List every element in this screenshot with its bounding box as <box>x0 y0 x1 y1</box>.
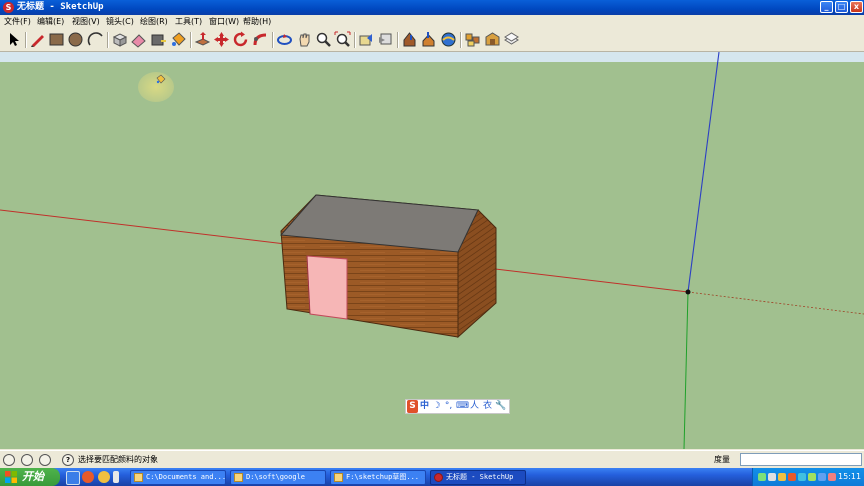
main-toolbar <box>0 29 864 52</box>
select-arrow-icon[interactable] <box>5 31 22 48</box>
toolbar-separator <box>460 32 462 48</box>
browser-icon[interactable] <box>82 471 94 483</box>
green-axis <box>683 291 689 449</box>
menu-edit[interactable]: 编辑(E) <box>37 16 64 28</box>
geo-status-icon[interactable] <box>3 454 15 466</box>
ime-logo-icon[interactable]: S <box>407 400 418 413</box>
windows-taskbar: 开始 C:\Documents and... D:\soft\google F:… <box>0 468 864 486</box>
paint-bucket-cursor-icon <box>156 74 166 84</box>
taskbar-clock[interactable]: 15:11 <box>838 468 861 486</box>
tray-volume-icon[interactable] <box>768 473 776 481</box>
toolbar-separator <box>190 32 192 48</box>
folder-icon <box>234 473 243 482</box>
taskbar-item-sketchup-app[interactable]: 无标题 - SketchUp <box>430 470 526 485</box>
menu-camera[interactable]: 镜头(C) <box>106 16 134 28</box>
media-icon[interactable] <box>98 471 110 483</box>
pencil-line-icon[interactable] <box>29 31 46 48</box>
push-pull-icon[interactable] <box>194 31 211 48</box>
measurements-label: 度量 <box>714 455 730 464</box>
minimize-button[interactable]: _ <box>820 1 833 13</box>
folder-icon <box>334 473 343 482</box>
geo-location-icon[interactable] <box>440 31 457 48</box>
orbit-icon[interactable] <box>276 31 293 48</box>
show-desktop-icon[interactable] <box>66 471 80 485</box>
menu-file[interactable]: 文件(F) <box>4 16 31 28</box>
status-hint: 选择要匹配颜料的对象 <box>78 455 158 464</box>
close-button[interactable]: x <box>850 1 863 13</box>
zoom-icon[interactable] <box>315 31 332 48</box>
move-icon[interactable] <box>213 31 230 48</box>
paint-bucket-icon[interactable] <box>170 31 187 48</box>
circle-icon[interactable] <box>67 31 84 48</box>
tray-network-icon[interactable] <box>758 473 766 481</box>
eraser-icon[interactable] <box>130 31 147 48</box>
tape-measure-icon[interactable] <box>150 31 167 48</box>
taskbar-item-documents[interactable]: C:\Documents and... <box>130 470 226 485</box>
folder-icon <box>134 473 143 482</box>
ime-punctuation-icon[interactable]: °, <box>443 400 454 413</box>
sketchup-icon <box>434 473 443 482</box>
toolbar-separator <box>272 32 274 48</box>
taskbar-item-google-folder[interactable]: D:\soft\google <box>230 470 326 485</box>
status-bar: ? 选择要匹配颜料的对象 度量 <box>0 450 864 469</box>
tray-bluetooth-icon[interactable] <box>818 473 826 481</box>
sketchup-app-icon[interactable]: S <box>3 2 14 13</box>
layers-icon[interactable] <box>503 31 520 48</box>
next-view-icon[interactable] <box>377 31 394 48</box>
ime-toolbar[interactable]: S 中 ☽ °, ⌨ 人 衣 🔧 <box>405 399 510 414</box>
rotate-icon[interactable] <box>232 31 249 48</box>
tray-update-icon[interactable] <box>808 473 816 481</box>
toolbar-separator <box>354 32 356 48</box>
menu-window[interactable]: 窗口(W) <box>209 16 239 28</box>
make-component-icon[interactable] <box>111 31 128 48</box>
get-models-icon[interactable] <box>401 31 418 48</box>
quicklaunch-more-icon[interactable] <box>113 471 119 483</box>
previous-view-icon[interactable] <box>358 31 375 48</box>
arc-icon[interactable] <box>87 31 104 48</box>
menu-bar: 文件(F) 编辑(E) 视图(V) 镜头(C) 绘图(R) 工具(T) 窗口(W… <box>0 15 864 29</box>
ime-settings-wrench-icon[interactable]: 🔧 <box>495 400 506 413</box>
title-bar: S 无标题 - SketchUp _ □ x <box>0 0 864 15</box>
tray-alert-icon[interactable] <box>828 473 836 481</box>
window-title: 无标题 - SketchUp <box>17 2 104 12</box>
help-icon[interactable]: ? <box>62 454 74 466</box>
blue-axis <box>687 52 720 293</box>
follow-me-icon[interactable] <box>252 31 269 48</box>
warehouse-icon[interactable] <box>484 31 501 48</box>
ime-skin-icon[interactable]: 衣 <box>482 400 493 413</box>
rectangle-icon[interactable] <box>48 31 65 48</box>
modeling-viewport[interactable]: S 中 ☽ °, ⌨ 人 衣 🔧 <box>0 52 864 449</box>
ime-user-icon[interactable]: 人 <box>469 400 480 413</box>
windows-flag-icon <box>5 471 17 483</box>
axis-origin <box>685 289 691 295</box>
ime-chinese-mode[interactable]: 中 <box>419 400 430 413</box>
menu-draw[interactable]: 绘图(R) <box>140 16 168 28</box>
tray-security-icon[interactable] <box>778 473 786 481</box>
zoom-extents-icon[interactable] <box>334 31 351 48</box>
scene-svg <box>0 52 864 449</box>
start-button[interactable]: 开始 <box>0 468 60 486</box>
user-icon[interactable] <box>39 454 51 466</box>
share-model-icon[interactable] <box>420 31 437 48</box>
house-door[interactable] <box>306 255 348 320</box>
ime-keyboard-icon[interactable]: ⌨ <box>456 400 469 413</box>
maximize-button[interactable]: □ <box>835 1 848 13</box>
component-browser-icon[interactable] <box>464 31 481 48</box>
tray-ime-icon[interactable] <box>788 473 796 481</box>
menu-help[interactable]: 帮助(H) <box>243 16 271 28</box>
green-axis-dotted <box>687 291 864 315</box>
credits-icon[interactable] <box>21 454 33 466</box>
menu-tools[interactable]: 工具(T) <box>175 16 202 28</box>
start-label: 开始 <box>22 470 44 483</box>
toolbar-separator <box>397 32 399 48</box>
ime-halfwidth-icon[interactable]: ☽ <box>431 400 442 413</box>
paint-cursor-highlight <box>138 72 174 102</box>
toolbar-separator <box>107 32 109 48</box>
measurements-input[interactable] <box>740 453 862 466</box>
taskbar-item-sketchup-folder[interactable]: F:\sketchup草图... <box>330 470 426 485</box>
pan-hand-icon[interactable] <box>296 31 313 48</box>
tray-app-icon[interactable] <box>798 473 806 481</box>
menu-view[interactable]: 视图(V) <box>72 16 100 28</box>
toolbar-separator <box>25 32 27 48</box>
